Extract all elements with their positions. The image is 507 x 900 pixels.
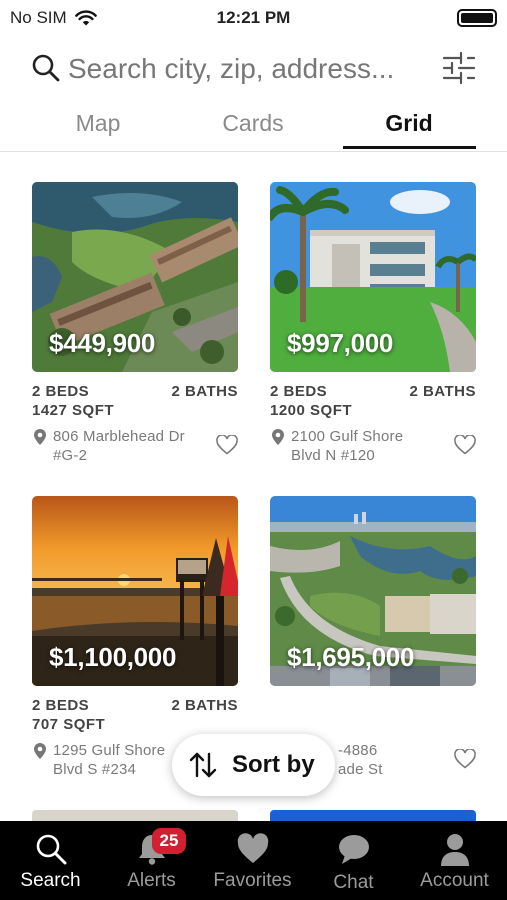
search-icon	[32, 54, 60, 82]
chat-icon	[338, 835, 369, 864]
filter-sliders-icon[interactable]	[441, 50, 477, 86]
favorite-heart-icon[interactable]	[454, 435, 476, 455]
sort-by-label: Sort by	[232, 751, 315, 778]
heart-icon	[237, 833, 268, 863]
tab-cards[interactable]: Cards	[203, 110, 303, 137]
listing-photo[interactable]: $1,100,000	[32, 496, 238, 686]
address-line2: #G-2	[53, 447, 88, 464]
favorite-heart-icon[interactable]	[216, 435, 238, 455]
listing-baths: 2 BATHS	[409, 383, 476, 400]
tab-bar-label: Chat	[333, 872, 374, 893]
listing-address: -4886 ade St	[338, 741, 383, 779]
tab-bar-account[interactable]: Account	[404, 821, 505, 900]
location-pin-icon	[34, 743, 46, 759]
listing-price: $1,100,000	[49, 642, 177, 672]
active-tab-indicator	[343, 146, 476, 149]
bottom-tab-bar: Search Alerts Favorites Chat Account	[0, 821, 507, 900]
address-line2: Blvd S #234	[53, 761, 137, 778]
tab-bar-search[interactable]: Search	[0, 821, 101, 900]
listing-beds: 2 BEDS	[32, 697, 90, 714]
listing-sqft: 707 SQFT	[32, 716, 106, 733]
status-time: 12:21 PM	[216, 8, 291, 27]
alerts-count-badge: 25	[152, 828, 186, 854]
listing-price: $1,695,000	[287, 642, 415, 672]
listing-photo[interactable]: $449,900	[32, 182, 238, 372]
listing-beds: 2 BEDS	[270, 383, 328, 400]
location-pin-icon	[34, 429, 46, 445]
person-icon	[440, 834, 469, 866]
status-bar: No SIM 12:21 PM	[0, 0, 507, 36]
tab-bar-label: Account	[420, 870, 489, 891]
address-line1: -4886	[338, 742, 378, 759]
tab-bar-alerts[interactable]: Alerts	[101, 821, 202, 900]
tab-grid[interactable]: Grid	[359, 110, 459, 137]
battery-icon	[457, 9, 497, 27]
search-row	[0, 44, 507, 94]
tab-bar-favorites[interactable]: Favorites	[202, 821, 303, 900]
address-line1: 2100 Gulf Shore	[291, 428, 404, 445]
search-icon	[36, 834, 66, 865]
favorite-heart-icon[interactable]	[454, 749, 476, 769]
location-pin-icon	[272, 429, 284, 445]
listing-sqft: 1427 SQFT	[32, 402, 115, 419]
address-line1: 1295 Gulf Shore	[53, 742, 166, 759]
address-line2: ade St	[338, 761, 383, 778]
tab-bar-label: Alerts	[127, 870, 176, 891]
listing-price: $997,000	[287, 328, 394, 358]
listing-address: 2100 Gulf Shore Blvd N #120	[291, 427, 403, 465]
listing-photo[interactable]: $1,695,000	[270, 496, 476, 686]
listing-beds: 2 BEDS	[32, 383, 90, 400]
listing-price: $449,900	[49, 328, 156, 358]
tab-bar-label: Favorites	[213, 870, 292, 891]
listing-baths: 2 BATHS	[171, 383, 238, 400]
listing-baths: 2 BATHS	[171, 697, 238, 714]
search-input[interactable]	[68, 51, 428, 87]
listing-sqft: 1200 SQFT	[270, 402, 353, 419]
address-line1: 806 Marblehead Dr	[53, 428, 185, 445]
sort-arrows-icon	[189, 752, 217, 778]
listing-photo[interactable]: $997,000	[270, 182, 476, 372]
tab-bar-chat[interactable]: Chat	[303, 821, 404, 900]
sort-by-button[interactable]: Sort by	[172, 734, 335, 796]
listing-address: 1295 Gulf Shore Blvd S #234	[53, 741, 165, 779]
tab-map[interactable]: Map	[48, 110, 148, 137]
tab-bar-label: Search	[20, 870, 81, 891]
view-tabs: Map Cards Grid	[0, 104, 507, 152]
listing-address: 806 Marblehead Dr #G-2	[53, 427, 185, 465]
address-line2: Blvd N #120	[291, 447, 375, 464]
